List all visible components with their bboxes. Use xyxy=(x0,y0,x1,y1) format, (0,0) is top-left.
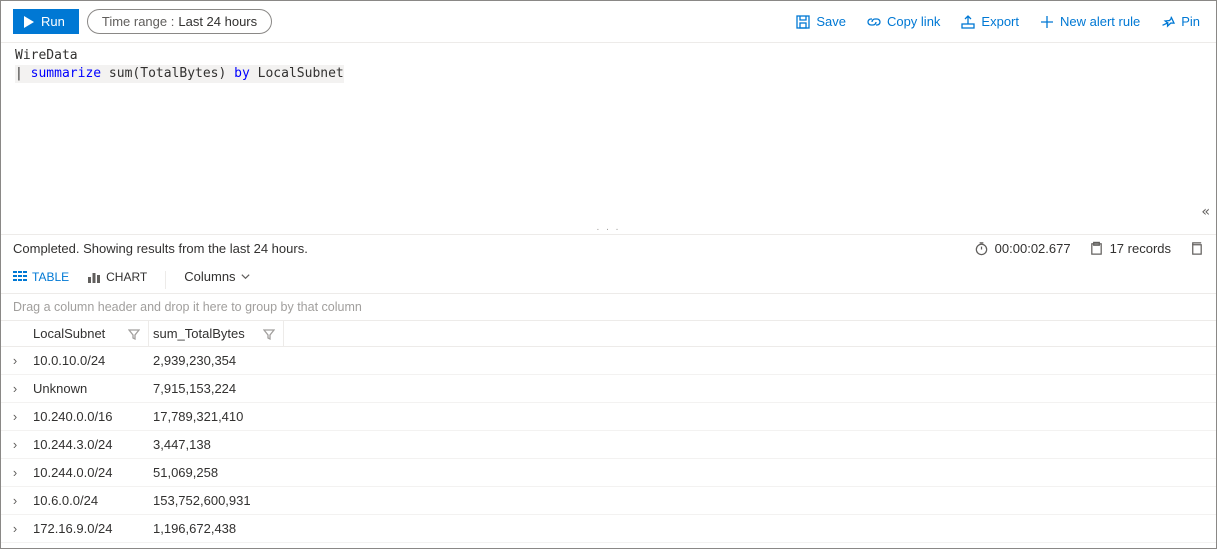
save-button[interactable]: Save xyxy=(789,10,852,34)
pin-label: Pin xyxy=(1181,14,1200,29)
cell-localsubnet: Unknown xyxy=(29,381,149,396)
table-row[interactable]: ›172.16.9.0/241,196,672,438 xyxy=(1,515,1216,543)
pin-icon xyxy=(1160,14,1176,30)
cell-localsubnet: 10.244.3.0/24 xyxy=(29,437,149,452)
grid-body: ›10.0.10.0/242,939,230,354›Unknown7,915,… xyxy=(1,347,1216,543)
table-row[interactable]: ›10.244.0.0/2451,069,258 xyxy=(1,459,1216,487)
cell-sum-totalbytes: 153,752,600,931 xyxy=(149,493,309,508)
record-count: 17 records xyxy=(1089,241,1171,256)
cell-sum-totalbytes: 17,789,321,410 xyxy=(149,409,309,424)
grid-header: LocalSubnet sum_TotalBytes xyxy=(1,321,1216,347)
cell-sum-totalbytes: 3,447,138 xyxy=(149,437,309,452)
status-bar: Completed. Showing results from the last… xyxy=(1,235,1216,262)
query-line1: WireData xyxy=(15,48,78,63)
tab-table[interactable]: TABLE xyxy=(13,270,69,290)
column-header-sum-totalbytes[interactable]: sum_TotalBytes xyxy=(149,321,284,346)
plus-icon xyxy=(1039,14,1055,30)
column-header-localsubnet[interactable]: LocalSubnet xyxy=(29,321,149,346)
tab-chart[interactable]: CHART xyxy=(87,270,147,290)
cell-localsubnet: 172.16.9.0/24 xyxy=(29,521,149,536)
status-text: Completed. Showing results from the last… xyxy=(13,241,308,256)
table-icon xyxy=(13,270,27,284)
filter-icon[interactable] xyxy=(263,328,275,340)
expand-row-icon[interactable]: › xyxy=(1,521,29,536)
expand-row-icon[interactable]: › xyxy=(1,465,29,480)
cell-localsubnet: 10.0.10.0/24 xyxy=(29,353,149,368)
collapse-editor-icon[interactable]: « xyxy=(1202,203,1210,221)
table-row[interactable]: ›10.244.3.0/243,447,138 xyxy=(1,431,1216,459)
copylink-label: Copy link xyxy=(887,14,940,29)
run-button[interactable]: Run xyxy=(13,9,79,34)
elapsed-time: 00:00:02.677 xyxy=(974,241,1071,256)
cell-sum-totalbytes: 2,939,230,354 xyxy=(149,353,309,368)
table-row[interactable]: ›10.6.0.0/24153,752,600,931 xyxy=(1,487,1216,515)
run-label: Run xyxy=(41,14,65,29)
save-icon xyxy=(795,14,811,30)
toolbar: Run Time range : Last 24 hours Save Copy… xyxy=(1,1,1216,43)
link-icon xyxy=(866,14,882,30)
export-label: Export xyxy=(981,14,1019,29)
chart-icon xyxy=(87,270,101,284)
save-label: Save xyxy=(816,14,846,29)
clipboard-icon xyxy=(1089,241,1104,256)
export-icon xyxy=(960,14,976,30)
stopwatch-icon xyxy=(974,241,989,256)
new-alert-label: New alert rule xyxy=(1060,14,1140,29)
expand-row-icon[interactable]: › xyxy=(1,437,29,452)
groupby-dropzone[interactable]: Drag a column header and drop it here to… xyxy=(1,294,1216,321)
copylink-button[interactable]: Copy link xyxy=(860,10,946,34)
chevron-down-icon xyxy=(240,271,251,282)
cell-sum-totalbytes: 7,915,153,224 xyxy=(149,381,309,396)
timerange-label: Time range : xyxy=(102,14,175,29)
new-alert-button[interactable]: New alert rule xyxy=(1033,10,1146,34)
expand-row-icon[interactable]: › xyxy=(1,409,29,424)
columns-picker[interactable]: Columns xyxy=(184,269,250,290)
timerange-picker[interactable]: Time range : Last 24 hours xyxy=(87,9,272,34)
expand-row-icon[interactable]: › xyxy=(1,493,29,508)
cell-localsubnet: 10.6.0.0/24 xyxy=(29,493,149,508)
copy-results-icon[interactable] xyxy=(1189,241,1204,256)
cell-localsubnet: 10.244.0.0/24 xyxy=(29,465,149,480)
table-row[interactable]: ›10.0.10.0/242,939,230,354 xyxy=(1,347,1216,375)
table-row[interactable]: ›Unknown7,915,153,224 xyxy=(1,375,1216,403)
pin-button[interactable]: Pin xyxy=(1154,10,1206,34)
play-icon xyxy=(23,16,35,28)
cell-localsubnet: 10.240.0.0/16 xyxy=(29,409,149,424)
table-row[interactable]: ›10.240.0.0/1617,789,321,410 xyxy=(1,403,1216,431)
cell-sum-totalbytes: 51,069,258 xyxy=(149,465,309,480)
result-view-tabs: TABLE CHART Columns xyxy=(1,262,1216,294)
cell-sum-totalbytes: 1,196,672,438 xyxy=(149,521,309,536)
pane-resize-handle[interactable]: . . . xyxy=(1,225,1216,235)
export-button[interactable]: Export xyxy=(954,10,1025,34)
filter-icon[interactable] xyxy=(128,328,140,340)
expand-row-icon[interactable]: › xyxy=(1,353,29,368)
expand-row-icon[interactable]: › xyxy=(1,381,29,396)
query-editor[interactable]: WireData | summarize sum(TotalBytes) by … xyxy=(1,43,1216,225)
timerange-value: Last 24 hours xyxy=(178,14,257,29)
